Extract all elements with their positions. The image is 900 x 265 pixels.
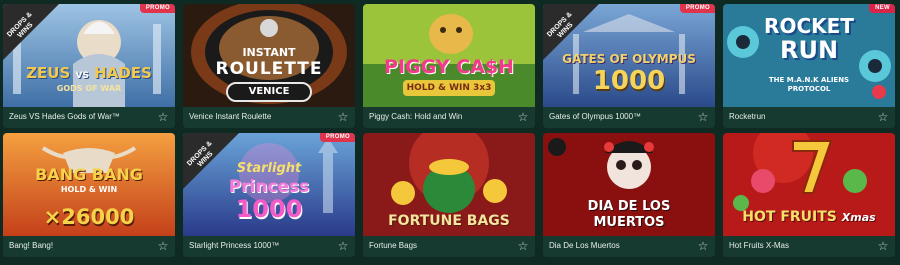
drops-wins-ribbon: DROPS & WINS: [183, 133, 239, 189]
game-title[interactable]: Venice Instant Roulette: [189, 112, 329, 121]
game-card[interactable]: ROCKET RUN THE M.A.N.K ALIENS PROTOCOL N…: [723, 4, 895, 128]
game-thumbnail[interactable]: ROCKET RUN THE M.A.N.K ALIENS PROTOCOL N…: [723, 4, 895, 107]
logo-number: 1000: [592, 66, 666, 96]
promo-badge: PROMO: [139, 4, 175, 13]
star-outline-icon[interactable]: ☆: [876, 239, 890, 253]
logo-text: HOT FRUITS: [742, 209, 837, 225]
game-card[interactable]: HOT FRUITS Xmas Hot Fruits X-Mas ☆: [723, 133, 895, 257]
logo-text: FORTUNE BAGS: [388, 213, 510, 229]
game-card[interactable]: DIA DE LOS MUERTOS Dia De Los Muertos ☆: [543, 133, 715, 257]
logo-subtitle: HOLD & WIN 3x3: [406, 83, 492, 93]
game-card[interactable]: INSTANT ROULETTE VENICE Venice Instant R…: [183, 4, 355, 128]
game-thumbnail[interactable]: GATES OF OLYMPUS 1000 DROPS & WINS PROMO: [543, 4, 715, 107]
star-outline-icon[interactable]: ☆: [336, 110, 350, 124]
logo-text: Xmas: [841, 211, 876, 224]
logo-text: PIGGY CA$H: [384, 56, 514, 78]
drops-wins-ribbon: DROPS & WINS: [543, 4, 599, 60]
game-thumbnail[interactable]: INSTANT ROULETTE VENICE: [183, 4, 355, 107]
logo-number: 1000: [235, 195, 303, 223]
game-card[interactable]: BANG BANG HOLD & WIN ×26000 Bang! Bang! …: [3, 133, 175, 257]
new-badge: NEW: [869, 4, 895, 13]
game-title[interactable]: Dia De Los Muertos: [549, 241, 689, 250]
star-outline-icon[interactable]: ☆: [876, 110, 890, 124]
game-title[interactable]: Fortune Bags: [369, 241, 509, 250]
star-outline-icon[interactable]: ☆: [156, 110, 170, 124]
game-thumbnail[interactable]: DIA DE LOS MUERTOS: [543, 133, 715, 236]
promo-badge: PROMO: [319, 133, 355, 142]
star-outline-icon[interactable]: ☆: [516, 239, 530, 253]
game-thumbnail[interactable]: PIGGY CA$H HOLD & WIN 3x3: [363, 4, 535, 107]
logo-text: RUN: [779, 36, 839, 64]
logo-text: BANG BANG: [35, 165, 143, 184]
logo-text: MUERTOS: [593, 215, 665, 230]
game-thumbnail[interactable]: HOT FRUITS Xmas: [723, 133, 895, 236]
game-thumbnail[interactable]: FORTUNE BAGS: [363, 133, 535, 236]
logo-text: DIA DE LOS: [587, 199, 671, 214]
logo-text: ROULETTE: [215, 59, 323, 79]
logo-subtitle: GODS OF WAR: [56, 84, 122, 93]
logo-text: INSTANT: [242, 46, 296, 59]
game-card[interactable]: PIGGY CA$H HOLD & WIN 3x3 Piggy Cash: Ho…: [363, 4, 535, 128]
logo-text: ZEUS: [26, 64, 71, 82]
star-outline-icon[interactable]: ☆: [336, 239, 350, 253]
star-outline-icon[interactable]: ☆: [696, 239, 710, 253]
game-title[interactable]: Hot Fruits X-Mas: [729, 241, 869, 250]
logo-text: HADES: [94, 64, 152, 82]
logo-text: ROCKET: [764, 14, 854, 38]
game-title[interactable]: Bang! Bang!: [9, 241, 149, 250]
star-outline-icon[interactable]: ☆: [156, 239, 170, 253]
logo-number: ×26000: [43, 205, 135, 229]
games-grid: ZEUS VS HADES GODS OF WAR DROPS & WINS P…: [3, 4, 895, 257]
game-title[interactable]: Rocketrun: [729, 112, 869, 121]
logo-subtitle: THE M.A.N.K ALIENS PROTOCOL: [768, 76, 850, 93]
game-title[interactable]: Zeus VS Hades Gods of War™: [9, 112, 149, 121]
promo-badge: PROMO: [679, 4, 715, 13]
game-title[interactable]: Gates of Olympus 1000™: [549, 112, 689, 121]
logo-subtitle: HOLD & WIN: [60, 185, 118, 194]
game-thumbnail[interactable]: BANG BANG HOLD & WIN ×26000: [3, 133, 175, 236]
game-thumbnail[interactable]: Starlight Princess 1000 DROPS & WINS PRO…: [183, 133, 355, 236]
game-title[interactable]: Starlight Princess 1000™: [189, 241, 329, 250]
game-title[interactable]: Piggy Cash: Hold and Win: [369, 112, 509, 121]
game-card[interactable]: Starlight Princess 1000 DROPS & WINS PRO…: [183, 133, 355, 257]
star-outline-icon[interactable]: ☆: [516, 110, 530, 124]
game-card[interactable]: GATES OF OLYMPUS 1000 DROPS & WINS PROMO…: [543, 4, 715, 128]
game-thumbnail[interactable]: ZEUS VS HADES GODS OF WAR DROPS & WINS P…: [3, 4, 175, 107]
logo-subtitle: VENICE: [248, 86, 290, 97]
star-outline-icon[interactable]: ☆: [696, 110, 710, 124]
game-card[interactable]: ZEUS VS HADES GODS OF WAR DROPS & WINS P…: [3, 4, 175, 128]
game-card[interactable]: FORTUNE BAGS Fortune Bags ☆: [363, 133, 535, 257]
drops-wins-ribbon: DROPS & WINS: [3, 4, 59, 60]
